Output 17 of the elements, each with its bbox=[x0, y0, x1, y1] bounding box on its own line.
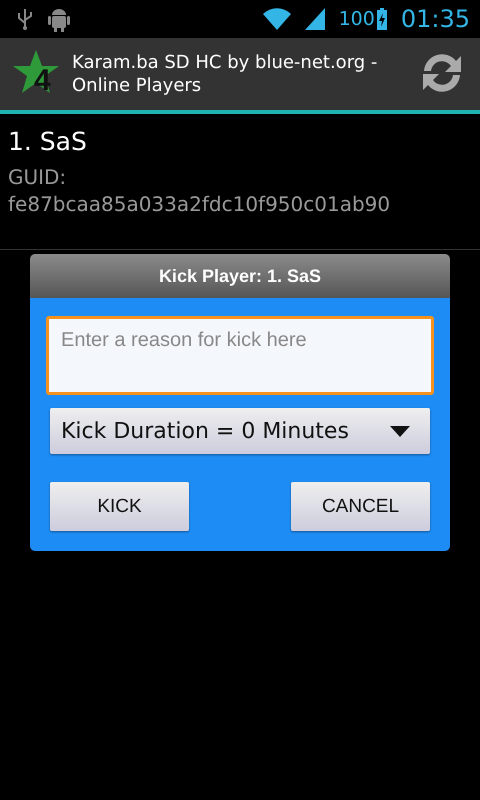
signal-icon bbox=[304, 8, 325, 30]
kick-button[interactable]: KICK bbox=[50, 482, 189, 531]
usb-icon bbox=[16, 8, 34, 30]
guid-label: GUID: bbox=[8, 164, 68, 191]
dropdown-arrow-icon bbox=[390, 426, 410, 436]
clock: 01:35 bbox=[400, 5, 470, 33]
battery-charging-icon bbox=[376, 8, 387, 30]
wifi-icon bbox=[262, 8, 291, 30]
battery-level: 100 bbox=[338, 8, 375, 30]
dialog-title: Kick Player: 1. SaS bbox=[30, 254, 450, 298]
reason-input-field[interactable]: Enter a reason for kick here bbox=[46, 316, 434, 395]
player-name: 1. SaS bbox=[8, 126, 88, 158]
guid-value: fe87bcaa85a033a2fdc10f950c01ab90 bbox=[8, 191, 392, 218]
android-icon bbox=[48, 6, 70, 32]
cancel-button[interactable]: CANCEL bbox=[291, 482, 430, 531]
app-title: Karam.ba SD HC by blue-net.org - Online Players bbox=[72, 51, 378, 97]
duration-dropdown[interactable]: Kick Duration = 0 Minutes bbox=[50, 408, 430, 454]
